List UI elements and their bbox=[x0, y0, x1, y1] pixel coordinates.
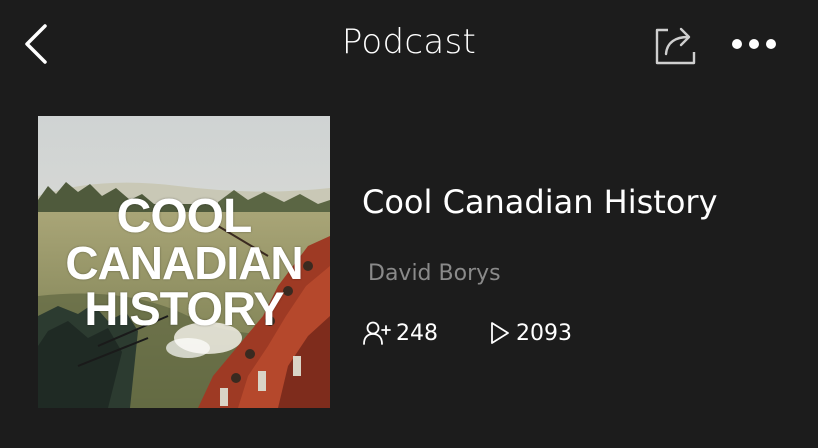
podcast-stats: 248 2093 bbox=[362, 318, 572, 348]
subscriber-count-value: 248 bbox=[396, 320, 438, 346]
play-icon bbox=[491, 322, 509, 344]
podcast-title: Cool Canadian History bbox=[362, 183, 718, 221]
subscriber-count: 248 bbox=[362, 320, 438, 346]
share-button[interactable] bbox=[652, 22, 700, 66]
podcast-cover-art[interactable]: COOL CANADIAN HISTORY bbox=[38, 116, 330, 408]
podcast-author-link[interactable]: David Borys bbox=[368, 261, 501, 286]
more-horizontal-icon bbox=[732, 39, 776, 49]
cover-line-cool: COOL bbox=[116, 190, 253, 243]
podcast-screen: Podcast COOL CANADIAN HISTORY Cool Canad… bbox=[0, 0, 818, 448]
cover-line-canadian: CANADIAN bbox=[65, 237, 303, 289]
cover-title-text: COOL CANADIAN HISTORY bbox=[38, 190, 330, 335]
share-icon bbox=[655, 27, 696, 65]
header-bar: Podcast bbox=[0, 0, 818, 88]
add-user-icon bbox=[363, 321, 391, 345]
play-count: 2093 bbox=[488, 320, 572, 346]
more-options-button[interactable] bbox=[728, 30, 780, 58]
play-count-value: 2093 bbox=[516, 320, 572, 346]
cover-line-history: HISTORY bbox=[84, 282, 284, 335]
